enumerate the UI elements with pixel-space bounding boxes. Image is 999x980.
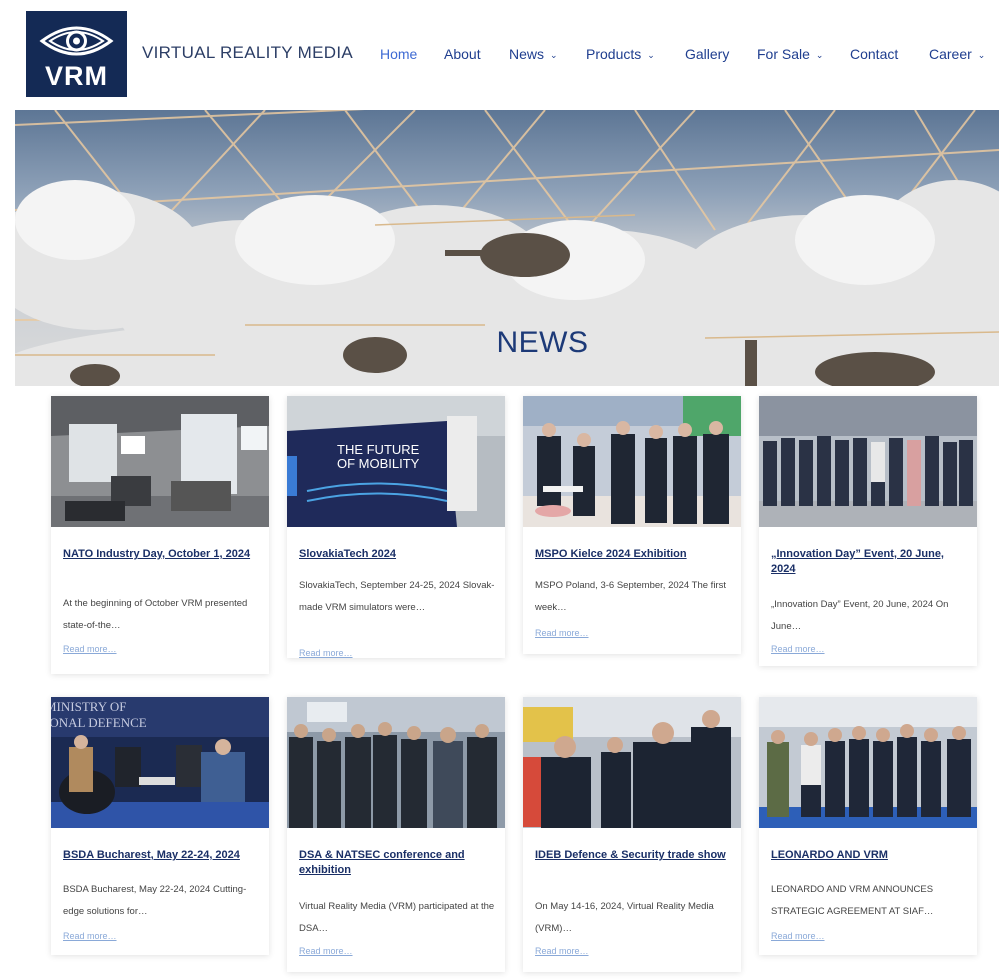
banner-text-line2: OF MOBILITY: [337, 456, 420, 471]
hero-title: NEWS: [496, 326, 589, 359]
news-title-link[interactable]: LEONARDO AND VRM: [771, 848, 971, 863]
news-card: LEONARDO AND VRM LEONARDO AND VRM ANNOUN…: [759, 697, 977, 955]
nav-label: Contact: [850, 46, 899, 62]
news-excerpt: BSDA Bucharest, May 22-24, 2024 Cutting-…: [63, 884, 247, 917]
read-more-link[interactable]: Read more…: [771, 644, 825, 654]
nav-item-products[interactable]: Products ⌄: [586, 46, 655, 62]
news-excerpt: SlovakiaTech, September 24-25, 2024 Slov…: [299, 580, 495, 613]
nav-item-news[interactable]: News ⌄: [509, 46, 558, 62]
nav-label: News: [509, 46, 545, 62]
read-more-link[interactable]: Read more…: [535, 628, 589, 638]
news-title-link[interactable]: BSDA Bucharest, May 22-24, 2024: [63, 848, 263, 863]
news-excerpt: At the beginning of October VRM presente…: [63, 598, 248, 631]
news-thumbnail[interactable]: [287, 697, 505, 828]
nav-item-about[interactable]: About: [444, 46, 481, 62]
news-card: MSPO Kielce 2024 Exhibition MSPO Poland,…: [523, 396, 741, 654]
news-card: NATO Industry Day, October 1, 2024 At th…: [51, 396, 269, 674]
news-card: IDEB Defence & Security trade show On Ma…: [523, 697, 741, 972]
chevron-down-icon: ⌄: [815, 50, 824, 60]
brand-name[interactable]: VIRTUAL REALITY MEDIA: [142, 43, 353, 63]
backdrop-text-line1: MINISTRY OF: [51, 699, 127, 714]
slovakiatech-photo: THE FUTURE OF MOBILITY: [287, 396, 505, 527]
news-thumbnail[interactable]: [523, 396, 741, 527]
innovation-day-photo: [759, 396, 977, 527]
hero-banner: NEWS: [15, 110, 999, 386]
news-excerpt: On May 14-16, 2024, Virtual Reality Medi…: [535, 901, 714, 934]
nav-item-career[interactable]: Career ⌄: [929, 46, 985, 62]
news-excerpt: „Innovation Day” Event, 20 June, 2024 On…: [771, 599, 949, 632]
news-title-link[interactable]: DSA & NATSEC conference and exhibition: [299, 848, 499, 878]
nav-label: For Sale: [757, 46, 810, 62]
bsda-meeting-photo: MINISTRY OF IONAL DEFENCE: [51, 697, 269, 828]
read-more-link[interactable]: Read more…: [535, 946, 589, 956]
nav-item-home[interactable]: Home: [380, 46, 417, 62]
vrm-logo[interactable]: VRM: [26, 11, 127, 97]
read-more-link[interactable]: Read more…: [63, 644, 117, 654]
read-more-link[interactable]: Read more…: [299, 946, 353, 956]
leonardo-group-photo: [759, 697, 977, 828]
nav-item-gallery[interactable]: Gallery: [685, 46, 729, 62]
news-card: MINISTRY OF IONAL DEFENCE BSDA Bucharest…: [51, 697, 269, 955]
news-excerpt: MSPO Poland, 3-6 September, 2024 The fir…: [535, 580, 726, 613]
nav-label: Home: [380, 46, 418, 62]
eye-logo-icon: [39, 26, 114, 56]
news-thumbnail[interactable]: [759, 396, 977, 527]
chevron-down-icon: ⌄: [977, 50, 986, 60]
news-title-link[interactable]: „Innovation Day” Event, 20 June, 2024: [771, 547, 971, 577]
dsa-natsec-photo: [287, 697, 505, 828]
nato-booth-photo: [51, 396, 269, 527]
news-thumbnail[interactable]: [51, 396, 269, 527]
news-thumbnail[interactable]: MINISTRY OF IONAL DEFENCE: [51, 697, 269, 828]
news-card: DSA & NATSEC conference and exhibition V…: [287, 697, 505, 972]
backdrop-text-line2: IONAL DEFENCE: [51, 715, 147, 730]
chevron-down-icon: ⌄: [550, 50, 558, 60]
news-title-link[interactable]: IDEB Defence & Security trade show: [535, 848, 735, 863]
site-header: VRM VIRTUAL REALITY MEDIA Home About New…: [0, 0, 999, 108]
nav-label: Gallery: [685, 46, 730, 62]
news-title-link[interactable]: MSPO Kielce 2024 Exhibition: [535, 547, 735, 562]
news-excerpt: Virtual Reality Media (VRM) participated…: [299, 901, 495, 934]
ideb-tradeshow-photo: [523, 697, 741, 828]
nav-item-contact[interactable]: Contact: [850, 46, 898, 62]
nav-item-for-sale[interactable]: For Sale ⌄: [757, 46, 823, 62]
logo-text: VRM: [45, 61, 108, 91]
news-thumbnail[interactable]: [523, 697, 741, 828]
nav-label: About: [444, 46, 481, 62]
banner-text-line1: THE FUTURE: [337, 442, 420, 457]
nav-label: Career: [929, 46, 972, 62]
news-title-link[interactable]: NATO Industry Day, October 1, 2024: [63, 547, 263, 562]
news-title-link[interactable]: SlovakiaTech 2024: [299, 547, 499, 562]
news-card: THE FUTURE OF MOBILITY SlovakiaTech 2024…: [287, 396, 505, 658]
news-excerpt: LEONARDO AND VRM ANNOUNCES STRATEGIC AGR…: [771, 884, 934, 917]
read-more-link[interactable]: Read more…: [63, 931, 117, 941]
read-more-link[interactable]: Read more…: [771, 931, 825, 941]
news-thumbnail[interactable]: THE FUTURE OF MOBILITY: [287, 396, 505, 527]
news-card: „Innovation Day” Event, 20 June, 2024 „I…: [759, 396, 977, 666]
nav-label: Products: [586, 46, 642, 62]
chevron-down-icon: ⌄: [647, 50, 655, 60]
read-more-link[interactable]: Read more…: [299, 648, 353, 658]
news-thumbnail[interactable]: [759, 697, 977, 828]
mspo-group-photo: [523, 396, 741, 527]
